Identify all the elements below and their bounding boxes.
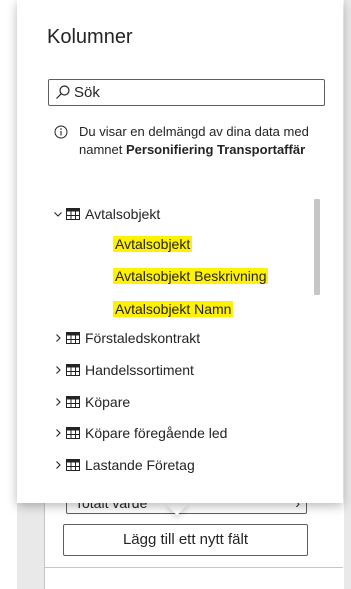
divider xyxy=(44,567,343,568)
search-input[interactable] xyxy=(74,82,314,102)
search-box[interactable] xyxy=(48,79,325,106)
dataset-name: Personifiering Transportaffär xyxy=(125,141,306,157)
table-icon xyxy=(66,459,80,471)
table-name: Förstaledskontrakt xyxy=(85,330,201,346)
chevron-right-icon[interactable] xyxy=(53,428,63,438)
field-item[interactable]: Avtalsobjekt xyxy=(113,233,193,255)
table-name: Köpare xyxy=(85,394,131,410)
add-new-field-button[interactable]: Lägg till ett nytt fält xyxy=(63,524,308,556)
info-icon xyxy=(54,125,68,139)
field-item[interactable]: Avtalsobjekt Beskrivning xyxy=(113,265,269,287)
chevron-right-icon[interactable] xyxy=(53,460,63,470)
field-name: Avtalsobjekt Beskrivning xyxy=(113,268,269,284)
left-edge-panel xyxy=(0,0,17,589)
subset-info-text: Du visar en delmängd av dina data med na… xyxy=(79,124,309,157)
columns-popup: Kolumner Du visar en delmängd av dina da… xyxy=(17,0,343,503)
field-name: Avtalsobjekt xyxy=(113,236,193,252)
table-name: Köpare föregående led xyxy=(85,425,228,441)
table-name: Lastande Företag xyxy=(85,457,195,473)
table-icon xyxy=(66,208,80,220)
field-name: Avtalsobjekt Namn xyxy=(113,301,234,317)
table-icon xyxy=(66,396,80,408)
scrollbar-thumb[interactable] xyxy=(314,199,320,295)
table-name: Avtalsobjekt xyxy=(85,206,161,222)
table-name: Handelssortiment xyxy=(85,362,194,378)
popup-title: Kolumner xyxy=(47,26,133,48)
table-icon xyxy=(66,332,80,344)
chevron-down-icon[interactable] xyxy=(53,209,63,219)
chevron-right-icon[interactable] xyxy=(53,397,63,407)
table-icon xyxy=(66,364,80,376)
table-icon xyxy=(66,427,80,439)
search-icon xyxy=(56,85,70,99)
chevron-right-icon[interactable] xyxy=(53,365,63,375)
field-item[interactable]: Avtalsobjekt Namn xyxy=(113,298,234,320)
chevron-right-icon[interactable] xyxy=(53,333,63,343)
